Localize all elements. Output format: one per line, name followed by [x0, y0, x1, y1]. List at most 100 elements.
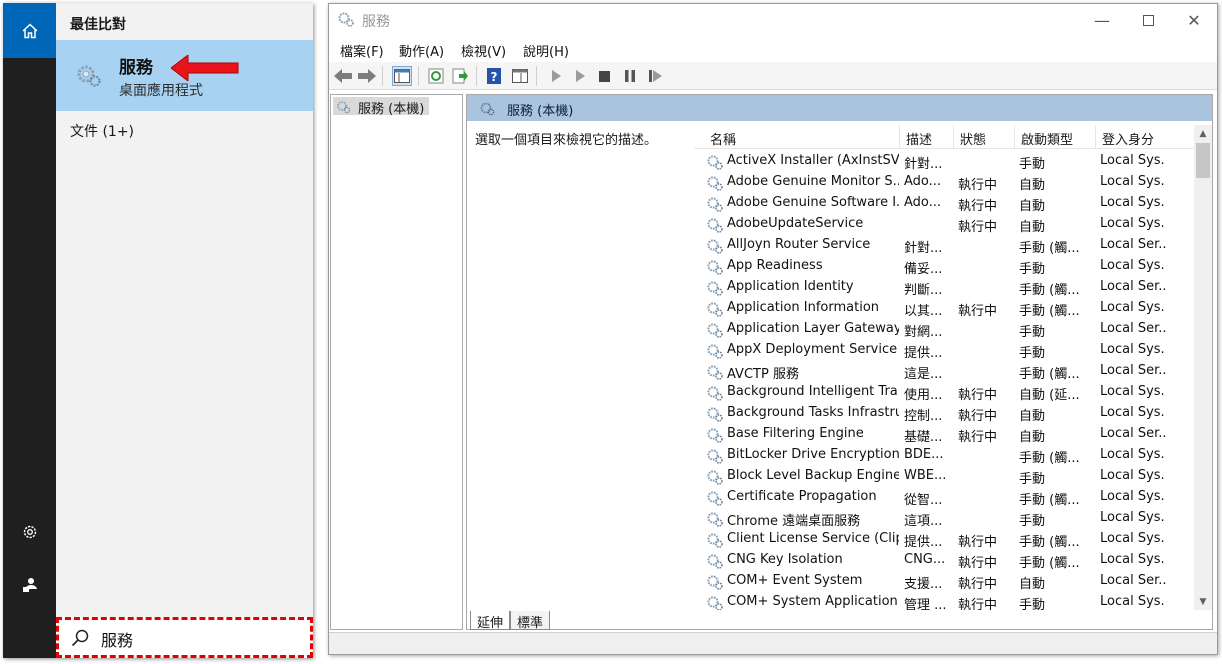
table-row[interactable]: AdobeUpdateService 執行中 自動 Local Sys... — [694, 214, 1194, 235]
service-gear-icon — [707, 386, 723, 401]
service-gear-icon — [707, 197, 723, 212]
table-row[interactable]: Adobe Genuine Monitor S... Ado... 執行中 自動 Loc… — [694, 172, 1194, 193]
table-row[interactable]: Application Identity 判斷... 手動 (觸... Local S… — [694, 277, 1194, 298]
service-description: 提供... — [904, 535, 943, 550]
maximize-icon — [1142, 14, 1154, 26]
help-button[interactable]: ? — [484, 66, 504, 86]
services-gear-icon — [480, 102, 495, 116]
vertical-scrollbar[interactable]: ▲ ▼ — [1194, 125, 1212, 610]
column-header-status[interactable]: 狀態 — [954, 129, 1014, 149]
service-log-on-as: Local Sys... — [1100, 342, 1166, 357]
service-startup-type: 手動 (觸... — [1019, 556, 1080, 571]
maximize-button[interactable] — [1125, 4, 1171, 36]
back-arrow-icon — [334, 69, 352, 83]
minimize-button[interactable]: — — [1079, 4, 1125, 36]
service-name: AdobeUpdateService — [727, 216, 864, 231]
table-row[interactable]: App Readiness 備妥... 手動 Local Sys... — [694, 256, 1194, 277]
settings-button[interactable] — [3, 512, 56, 552]
menu-view[interactable]: 檢視(V) — [461, 41, 506, 60]
service-status: 執行中 — [958, 388, 998, 403]
table-row[interactable]: Block Level Backup Engine ... WBE... 手動 Loc… — [694, 466, 1194, 487]
search-input[interactable]: 服務 — [101, 627, 133, 651]
table-row[interactable]: AllJoyn Router Service 針對... 手動 (觸... Local… — [694, 235, 1194, 256]
best-match-item[interactable]: 服務 桌面應用程式 — [56, 40, 313, 111]
back-button[interactable] — [333, 66, 353, 86]
service-description: 提供... — [904, 346, 943, 361]
table-row[interactable]: Background Tasks Infrastru... 控制... 執行中 自動 L… — [694, 403, 1194, 424]
table-row[interactable]: Base Filtering Engine 基礎... 執行中 自動 Local Ser… — [694, 424, 1194, 445]
title-bar[interactable]: 服務 — ✕ — [329, 4, 1217, 36]
refresh-button[interactable] — [426, 66, 446, 86]
table-row[interactable]: Background Intelligent Tra... 使用... 執行中 自動 … — [694, 382, 1194, 403]
start-service-button[interactable] — [546, 66, 566, 86]
pause-icon — [625, 70, 635, 82]
service-log-on-as: Local Sys... — [1100, 216, 1166, 231]
column-header-description[interactable]: 描述 — [900, 129, 953, 149]
service-description: 判斷... — [904, 283, 943, 298]
tree-item-services-local[interactable]: 服務 (本機) — [333, 97, 429, 117]
service-description: 基礎... — [904, 430, 943, 445]
service-description: 從智... — [904, 493, 943, 508]
service-startup-type: 自動 — [1019, 220, 1046, 235]
tab-extended[interactable]: 延伸 — [470, 611, 511, 631]
service-gear-icon — [707, 281, 723, 296]
start-service-alt-button[interactable] — [570, 66, 590, 86]
service-name: Client License Service (Clip... — [727, 531, 899, 546]
menu-file[interactable]: 檔案(F) — [340, 41, 384, 60]
service-startup-type: 手動 (觸... — [1019, 493, 1080, 508]
scroll-up-button[interactable]: ▲ — [1194, 125, 1212, 142]
scroll-thumb[interactable] — [1196, 143, 1210, 178]
service-log-on-as: Local Sys... — [1100, 468, 1166, 483]
service-description: 針對... — [904, 241, 943, 256]
service-startup-type: 自動 (延... — [1019, 388, 1080, 403]
service-log-on-as: Local Sys... — [1100, 384, 1166, 399]
table-row[interactable]: COM+ Event System 支援... 執行中 自動 Local Ser... — [694, 571, 1194, 592]
table-row[interactable]: AVCTP 服務 這是... 手動 (觸... Local Ser... — [694, 361, 1194, 382]
table-row[interactable]: Application Layer Gateway ... 對網... 手動 Loca… — [694, 319, 1194, 340]
play-icon — [552, 70, 561, 82]
column-header-startup-type[interactable]: 啟動類型 — [1015, 129, 1095, 149]
service-log-on-as: Local Ser... — [1100, 363, 1166, 378]
properties-view-button[interactable] — [510, 66, 530, 86]
stop-service-button[interactable] — [594, 66, 614, 86]
services-gear-icon — [338, 12, 354, 27]
pause-service-button[interactable] — [620, 66, 640, 86]
service-name: Adobe Genuine Software I... — [727, 195, 899, 210]
best-match-subtitle: 桌面應用程式 — [119, 83, 203, 99]
service-startup-type: 手動 — [1019, 157, 1046, 172]
table-row[interactable]: CNG Key Isolation CNG... 執行中 手動 (觸... Local … — [694, 550, 1194, 571]
home-button[interactable] — [3, 3, 56, 58]
menu-help[interactable]: 說明(H) — [523, 41, 569, 60]
forward-arrow-icon — [358, 69, 376, 83]
table-row[interactable]: BitLocker Drive Encryption ... BDE... 手動 (… — [694, 445, 1194, 466]
show-console-tree-button[interactable] — [392, 66, 412, 86]
column-header-name[interactable]: 名稱 — [704, 129, 894, 149]
scroll-down-button[interactable]: ▼ — [1194, 593, 1212, 610]
description-text: 選取一個項目來檢視它的描述。 — [475, 133, 658, 148]
menu-action[interactable]: 動作(A) — [399, 41, 444, 60]
feedback-button[interactable] — [3, 565, 56, 605]
search-box[interactable]: 服務 — [56, 617, 313, 658]
table-row[interactable]: Client License Service (Clip... 提供... 執行中 手… — [694, 529, 1194, 550]
table-row[interactable]: Certificate Propagation 從智... 手動 (觸... Loca… — [694, 487, 1194, 508]
table-row[interactable]: ActiveX Installer (AxInstSV) 針對... 手動 Local… — [694, 151, 1194, 172]
table-row[interactable]: AppX Deployment Service ... 提供... 手動 Local … — [694, 340, 1194, 361]
column-header-log-on-as[interactable]: 登入身分 — [1096, 129, 1194, 149]
export-list-button[interactable] — [450, 66, 470, 86]
service-description: 備妥... — [904, 262, 943, 277]
close-button[interactable]: ✕ — [1171, 4, 1217, 36]
tab-standard[interactable]: 標準 — [510, 611, 551, 631]
table-row[interactable]: Application Information 以其... 執行中 手動 (觸... L… — [694, 298, 1194, 319]
forward-button[interactable] — [357, 66, 377, 86]
console-tree: 服務 (本機) — [330, 94, 463, 630]
status-bar — [329, 632, 1217, 654]
best-match-header: 最佳比對 — [70, 17, 126, 33]
service-status: 執行中 — [958, 220, 998, 235]
table-row[interactable]: Chrome 遠端桌面服務 這項... 手動 Local Sys... — [694, 508, 1194, 529]
restart-service-button[interactable] — [646, 66, 666, 86]
documents-group[interactable]: 文件 (1+) — [70, 121, 134, 141]
service-startup-type: 自動 — [1019, 199, 1046, 214]
table-row[interactable]: COM+ System Application 管理 ... 執行中 手動 Local … — [694, 592, 1194, 610]
service-gear-icon — [707, 155, 723, 170]
table-row[interactable]: Adobe Genuine Software I... Ado... 執行中 自動 Lo… — [694, 193, 1194, 214]
